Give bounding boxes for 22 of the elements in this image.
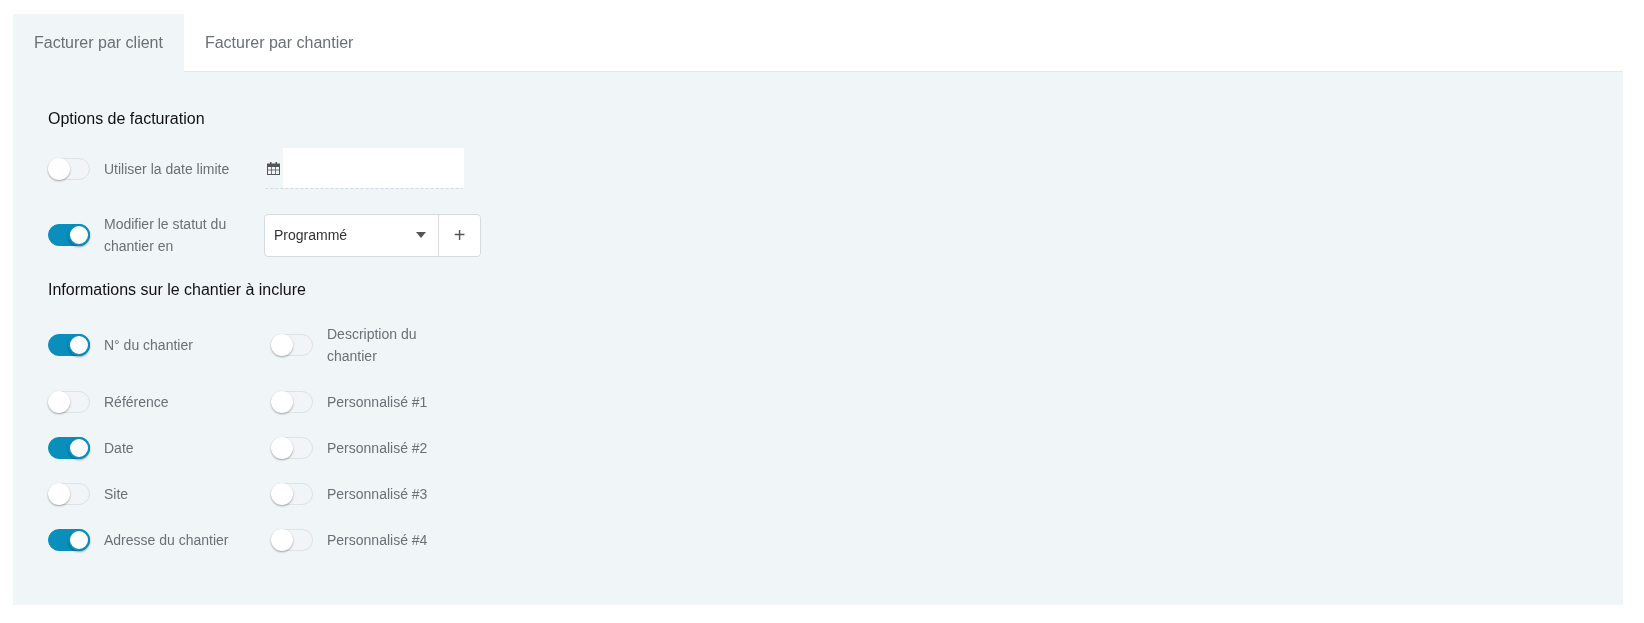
toggle-switch[interactable] xyxy=(48,437,90,459)
option-label: Personnalisé #2 xyxy=(327,439,429,458)
section-heading: Informations sur le chantier à inclure xyxy=(48,281,307,299)
option-label: N° du chantier xyxy=(104,336,194,355)
calendar-icon xyxy=(267,161,280,175)
toggle-switch[interactable] xyxy=(48,224,90,246)
option-label: Personnalisé #1 xyxy=(327,393,429,412)
toggle-switch[interactable] xyxy=(48,334,90,356)
section-heading: Options de facturation xyxy=(48,110,206,128)
option-label: Site xyxy=(104,485,130,504)
toggle-switch[interactable] xyxy=(48,529,90,551)
date-field[interactable] xyxy=(264,148,464,189)
option-label: Description du chantier xyxy=(327,325,418,366)
tab[interactable]: Facturer par client xyxy=(13,14,184,72)
option-label: Modifier le statut du chantier en xyxy=(104,215,228,256)
option-label: Date xyxy=(104,439,135,458)
option-label: Référence xyxy=(104,393,170,412)
caret-icon xyxy=(416,232,426,238)
option-label: Utiliser la date limite xyxy=(104,159,231,179)
option-label: Adresse du chantier xyxy=(104,531,230,550)
option-label: Personnalisé #4 xyxy=(327,531,429,550)
option-label: Personnalisé #3 xyxy=(327,485,429,504)
